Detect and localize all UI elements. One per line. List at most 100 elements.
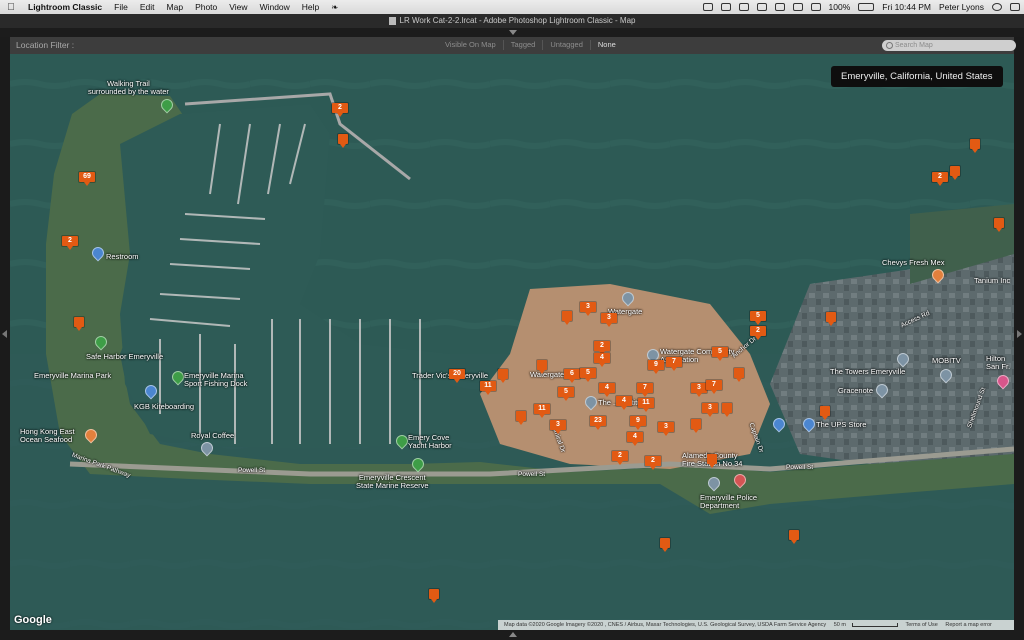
photo-marker[interactable]: 2 (645, 456, 661, 470)
place-mobitv[interactable]: MOBITV (932, 357, 961, 365)
place-tanium[interactable]: Tanium Inc (974, 277, 1010, 285)
menu-app-name[interactable]: Lightroom Classic (22, 2, 108, 12)
photo-marker[interactable] (537, 360, 547, 374)
photo-marker[interactable]: 7 (637, 383, 653, 397)
place-towers-emeryville[interactable]: The Towers Emeryville (830, 368, 905, 376)
map-scale-label[interactable]: 50 m (834, 622, 846, 628)
bluetooth-icon[interactable] (774, 3, 785, 11)
photo-marker[interactable]: 5 (750, 311, 766, 325)
filter-untagged[interactable]: Untagged (542, 40, 590, 50)
collapse-bottom-panel-icon[interactable] (509, 632, 517, 637)
place-gracenote[interactable]: Gracenote (838, 387, 873, 395)
photo-marker[interactable] (734, 368, 744, 382)
photo-marker[interactable]: 6 (564, 369, 580, 383)
photo-marker[interactable]: 23 (590, 416, 606, 430)
photo-marker[interactable] (338, 134, 348, 148)
siri-icon[interactable] (992, 3, 1002, 11)
menu-edit[interactable]: Edit (134, 2, 161, 12)
menu-file[interactable]: File (108, 2, 134, 12)
photo-marker[interactable]: 7 (706, 380, 722, 394)
photo-marker[interactable]: 2 (62, 236, 78, 250)
menu-window[interactable]: Window (254, 2, 296, 12)
wifi-icon[interactable] (792, 3, 803, 11)
photo-marker[interactable]: 2 (332, 103, 348, 117)
battery-percent[interactable]: 100% (829, 2, 851, 12)
map-view[interactable]: Emeryville, California, United States Wa… (10, 54, 1014, 630)
photo-marker[interactable]: 3 (550, 420, 566, 434)
photo-marker[interactable] (660, 538, 670, 552)
timemachine-icon[interactable] (756, 3, 767, 11)
photo-marker[interactable]: 3 (691, 383, 707, 397)
photo-marker[interactable] (994, 218, 1004, 232)
photo-marker[interactable] (950, 166, 960, 180)
place-hong-kong-seafood[interactable]: Hong Kong East Ocean Seafood (20, 428, 75, 444)
photo-marker[interactable] (707, 454, 717, 468)
place-walking-trail[interactable]: Walking Trail surrounded by the water (88, 80, 169, 96)
script-icon[interactable]: ❧ (325, 2, 344, 13)
place-crescent-reserve[interactable]: Emeryville Crescent State Marine Reserve (356, 474, 429, 490)
photo-marker[interactable] (498, 369, 508, 383)
photo-marker[interactable]: 7 (666, 357, 682, 371)
photo-marker[interactable]: 20 (449, 369, 465, 383)
photo-marker[interactable]: 9 (630, 416, 646, 430)
photo-marker[interactable] (820, 406, 830, 420)
place-safe-harbor[interactable]: Safe Harbor Emeryville (86, 353, 163, 361)
photo-marker[interactable]: 11 (480, 381, 496, 395)
place-marina-park[interactable]: Emeryville Marina Park (34, 372, 111, 380)
photo-marker[interactable]: 2 (612, 451, 628, 465)
photo-marker[interactable] (722, 403, 732, 417)
collapse-right-panel-icon[interactable] (1017, 330, 1022, 338)
photo-marker[interactable]: 2 (594, 341, 610, 355)
display-icon[interactable] (738, 3, 749, 11)
battery-icon[interactable] (858, 3, 875, 11)
terms-of-use-link[interactable]: Terms of Use (905, 622, 937, 628)
place-hilton[interactable]: Hilton San Fr. (986, 355, 1010, 371)
filter-visible-on-map[interactable]: Visible On Map (438, 40, 503, 50)
photo-marker[interactable]: 3 (658, 422, 674, 436)
place-police-department[interactable]: Emeryville Police Department (700, 494, 757, 510)
photo-marker[interactable]: 2 (750, 326, 766, 340)
place-royal-coffee[interactable]: Royal Coffee (191, 432, 234, 440)
menu-map[interactable]: Map (161, 2, 190, 12)
photo-marker[interactable]: 5 (580, 368, 596, 382)
photo-marker[interactable] (826, 312, 836, 326)
photo-marker[interactable]: 4 (627, 432, 643, 446)
photo-marker[interactable] (516, 411, 526, 425)
photo-marker[interactable]: 3 (601, 313, 617, 327)
filter-tagged[interactable]: Tagged (502, 40, 543, 50)
place-restroom[interactable]: Restroom (106, 253, 139, 261)
photo-marker[interactable] (562, 311, 572, 325)
drive-icon[interactable] (720, 3, 731, 11)
menu-photo[interactable]: Photo (189, 2, 223, 12)
dropbox-icon[interactable] (702, 3, 713, 11)
photo-marker[interactable]: 11 (534, 404, 550, 418)
photo-marker[interactable] (74, 317, 84, 331)
filter-none[interactable]: None (589, 40, 623, 50)
photo-marker[interactable] (429, 589, 439, 603)
photo-marker[interactable] (691, 419, 701, 433)
place-ups-store[interactable]: The UPS Store (816, 421, 866, 429)
photo-marker[interactable]: 5 (712, 347, 728, 361)
photo-marker[interactable]: 69 (79, 172, 95, 186)
place-emery-cove[interactable]: Emery Cove Yacht Harbor (408, 434, 452, 450)
photo-marker[interactable]: 9 (648, 360, 664, 374)
menu-view[interactable]: View (223, 2, 253, 12)
photo-marker[interactable]: 4 (599, 383, 615, 397)
photo-marker[interactable]: 3 (580, 302, 596, 316)
photo-marker[interactable]: 2 (932, 172, 948, 186)
photo-marker[interactable] (970, 139, 980, 153)
place-sport-fishing-dock[interactable]: Emeryville Marina Sport Fishing Dock (184, 372, 247, 388)
photo-marker[interactable] (789, 530, 799, 544)
collapse-left-panel-icon[interactable] (2, 330, 7, 338)
search-map-input[interactable]: Search Map (882, 40, 1016, 51)
place-kgb-kiteboarding[interactable]: KGB Kiteboarding (134, 403, 194, 411)
collapse-top-panel-icon[interactable] (509, 30, 517, 35)
photo-marker[interactable]: 3 (702, 403, 718, 417)
volume-icon[interactable] (810, 3, 821, 11)
place-chevys[interactable]: Chevys Fresh Mex (882, 259, 945, 267)
menubar-user[interactable]: Peter Lyons (939, 2, 984, 12)
photo-marker[interactable]: 5 (558, 387, 574, 401)
menu-help[interactable]: Help (296, 2, 325, 12)
apple-menu-icon[interactable]:  (0, 2, 22, 13)
photo-marker[interactable]: 11 (638, 398, 654, 412)
